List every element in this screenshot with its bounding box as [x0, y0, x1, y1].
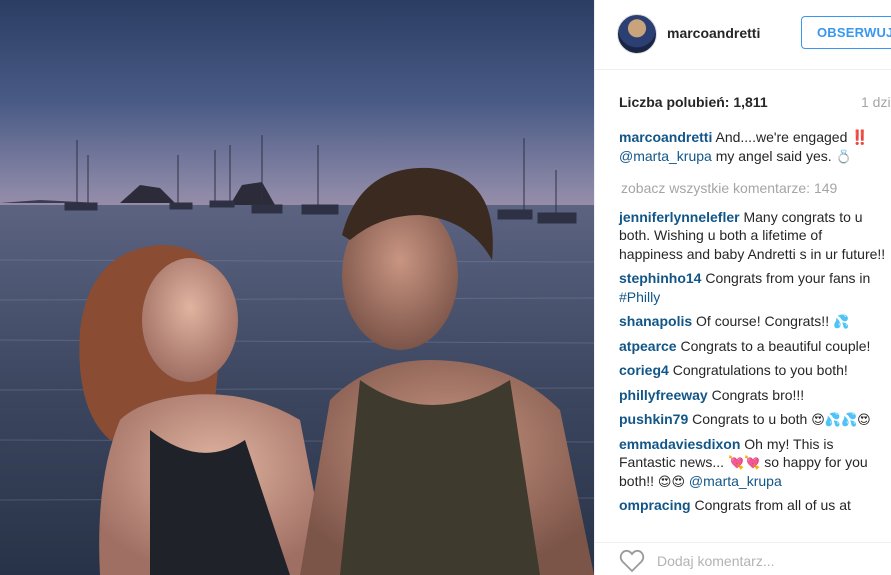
comment-username[interactable]: ompracing	[619, 497, 691, 513]
caption-text-1: And....we're engaged ‼️	[715, 129, 869, 145]
caption-mention[interactable]: @marta_krupa	[619, 148, 712, 164]
list-item: jenniferlynnelefler Many congrats to u b…	[619, 208, 887, 264]
comment-username[interactable]: jenniferlynnelefler	[619, 209, 740, 225]
list-item: atpearce Congrats to a beautiful couple!	[619, 337, 887, 356]
view-all-comments-link[interactable]: zobacz wszystkie komentarze: 149	[621, 179, 887, 198]
hashtag-link[interactable]: #Philly	[619, 289, 660, 305]
post-header: marcoandretti OBSERWUJ	[595, 0, 891, 70]
comment-text: Congrats from your fans in	[705, 270, 871, 286]
caption: marcoandretti And....we're engaged ‼️ @m…	[619, 128, 887, 165]
list-item: ompracing Congrats from all of us at	[619, 496, 887, 515]
post-time[interactable]: 1 dzień	[861, 94, 891, 110]
list-item: stephinho14 Congrats from your fans in #…	[619, 269, 887, 306]
caption-text-2: my angel said yes.	[715, 147, 832, 164]
comment-footer	[595, 542, 891, 575]
heart-outline-icon[interactable]	[619, 549, 645, 573]
photo-scene	[0, 135, 594, 575]
post-side-panel: marcoandretti OBSERWUJ Liczba polubień: …	[594, 0, 891, 575]
comment-username[interactable]: pushkin79	[619, 411, 688, 427]
list-item: corieg4 Congratulations to you both!	[619, 361, 887, 380]
heart-eyes-emoji: 😍💦💦😍	[811, 412, 871, 427]
list-item: phillyfreeway Congrats bro!!!	[619, 386, 887, 405]
comment-username[interactable]: emmadaviesdixon	[619, 436, 740, 452]
comment-username[interactable]: stephinho14	[619, 270, 701, 286]
likes-count[interactable]: 1,811	[733, 94, 767, 110]
comments-list: marcoandretti And....we're engaged ‼️ @m…	[619, 128, 887, 521]
comment-text: Congrats to u both	[692, 411, 808, 427]
likes-label: Liczba polubień:	[619, 94, 730, 110]
user-avatar[interactable]	[617, 14, 657, 54]
hearts-emoji: 💘💘	[727, 455, 761, 470]
heart-eyes-emoji: 😍😍	[657, 473, 686, 489]
ring-emoji: 💍	[835, 148, 852, 164]
comment-text: Congrats from all of us at	[694, 497, 851, 513]
add-comment-input[interactable]	[657, 551, 887, 571]
post-photo[interactable]	[0, 0, 594, 575]
splash-emoji: 💦	[832, 314, 850, 329]
likes-row: Liczba polubień: 1,811	[619, 94, 891, 110]
comment-username[interactable]: corieg4	[619, 362, 669, 378]
caption-username[interactable]: marcoandretti	[619, 129, 712, 145]
comment-mention[interactable]: @marta_krupa	[689, 473, 782, 489]
comment-username[interactable]: phillyfreeway	[619, 387, 708, 403]
comment-username[interactable]: atpearce	[619, 338, 677, 354]
header-username[interactable]: marcoandretti	[667, 25, 760, 41]
comment-text: Congratulations to you both!	[672, 362, 848, 378]
list-item: shanapolis Of course! Congrats!! 💦	[619, 312, 887, 331]
follow-button[interactable]: OBSERWUJ	[801, 16, 891, 49]
comment-text: Of course! Congrats!!	[696, 313, 830, 329]
list-item: pushkin79 Congrats to u both 😍💦💦😍	[619, 410, 887, 429]
list-item: emmadaviesdixon Oh my! This is Fantastic…	[619, 435, 887, 491]
comment-text: Congrats to a beautiful couple!	[680, 337, 871, 354]
comment-username[interactable]: shanapolis	[619, 313, 692, 329]
comment-text: Congrats bro!!!	[711, 386, 805, 403]
